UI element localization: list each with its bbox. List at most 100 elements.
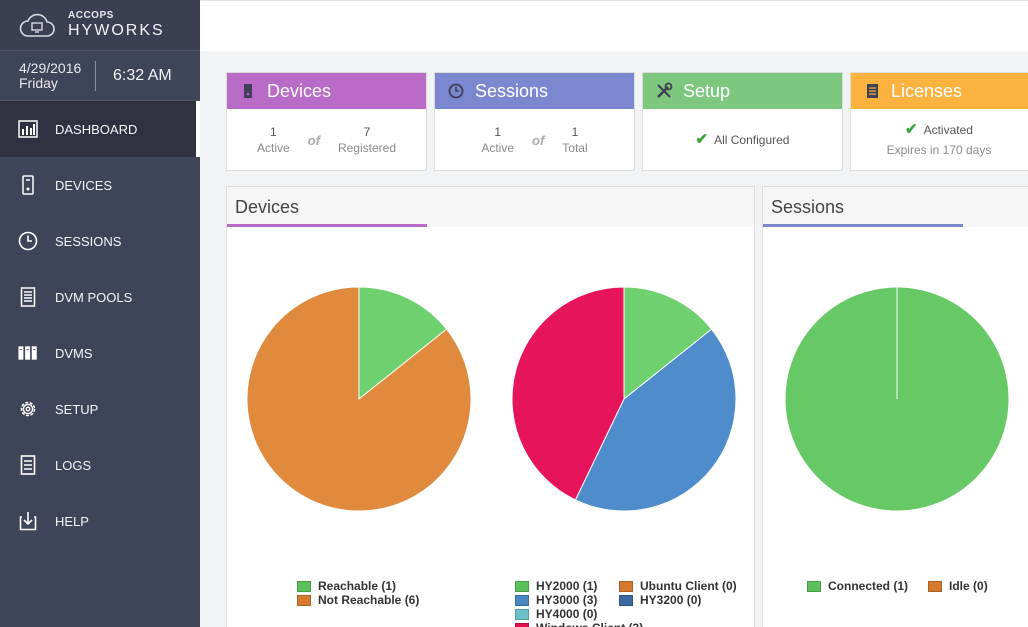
- legend-swatch: [928, 580, 943, 592]
- legend-label: HY3000 (3): [536, 593, 598, 607]
- devices-card-body: 1 Active of 7 Registered: [227, 109, 426, 171]
- sessions-card-title: Sessions: [475, 80, 549, 101]
- nav-label: DEVICES: [55, 177, 113, 193]
- check-icon: ✔: [905, 121, 918, 138]
- sessions-total-count: 1: [571, 125, 579, 139]
- devices-card-header: Devices: [227, 73, 426, 109]
- devices-registered-count: 7: [363, 125, 371, 139]
- setup-card-body: ✔ All Configured: [643, 109, 842, 171]
- check-icon: ✔: [695, 131, 709, 148]
- nav-label: SETUP: [55, 401, 99, 417]
- brand-big: HYWORKS: [68, 22, 165, 39]
- licenses-card-header: Licenses: [851, 73, 1028, 109]
- setup-card-title: Setup: [683, 80, 731, 101]
- devices-panel-underline: [227, 224, 427, 227]
- nav-item-dashboard[interactable]: DASHBOARD: [0, 101, 200, 157]
- legend-label: Reachable (1): [318, 579, 397, 593]
- legend-swatch: [297, 594, 311, 606]
- sessions-active-count: 1: [494, 125, 502, 139]
- clock-time: 6:32 AM: [113, 66, 172, 84]
- sessions-card[interactable]: Sessions 1 Active of 1 Total: [434, 72, 635, 171]
- clock-date: 4/29/2016: [19, 59, 82, 76]
- nav-label: HELP: [55, 513, 89, 529]
- cloud-monitor-icon: [19, 13, 55, 37]
- devices-active-label: Active: [257, 141, 290, 155]
- setup-status: All Configured: [714, 133, 790, 147]
- devices-active-count: 1: [270, 125, 277, 139]
- device-type-pie-chart: [511, 286, 737, 512]
- legend-label: HY2000 (1): [536, 579, 598, 593]
- server-icon: [18, 287, 38, 307]
- devices-panel-header: Devices: [227, 187, 754, 227]
- clock-day: Friday: [19, 74, 58, 91]
- nav-item-sessions[interactable]: SESSIONS: [0, 213, 200, 269]
- clock-icon: [447, 82, 465, 100]
- legend-swatch: [297, 580, 311, 592]
- legend-label: Ubuntu Client (0): [640, 579, 737, 593]
- nav-label: DVM POOLS: [55, 289, 133, 305]
- licenses-card-title: Licenses: [891, 80, 963, 101]
- reachability-pie-chart: [246, 286, 472, 512]
- device-type-legend-right: Ubuntu Client (0) HY3200 (0): [619, 579, 737, 607]
- nav-label: SESSIONS: [55, 233, 122, 249]
- nav-item-setup[interactable]: SETUP: [0, 381, 200, 437]
- legend-swatch: [619, 580, 633, 592]
- legend-swatch: [619, 594, 633, 606]
- top-header: [200, 0, 1028, 51]
- reachability-legend: Reachable (1) Not Reachable (6): [297, 579, 419, 607]
- legend-item[interactable]: Not Reachable (6): [297, 593, 419, 607]
- license-expiry: Expires in 170 days: [886, 143, 992, 157]
- brand-small: ACCOPS: [68, 10, 114, 21]
- license-status: Activated: [923, 123, 973, 137]
- legend-item[interactable]: Idle (0): [928, 579, 988, 593]
- tools-icon: [655, 82, 673, 100]
- device-icon: [18, 175, 38, 195]
- devices-panel: Devices Reachable (1) Not Reachable (6) H…: [226, 186, 755, 627]
- gear-icon: [18, 399, 38, 419]
- licenses-card-body: ✔ Activated Expires in 170 days: [851, 109, 1028, 171]
- sessions-legend: Connected (1) Idle (0): [807, 579, 988, 593]
- legend-swatch: [515, 622, 529, 627]
- sessions-panel: Sessions Connected (1) Idle (0): [762, 186, 1028, 627]
- devices-card[interactable]: Devices 1 Active of 7 Registered: [226, 72, 427, 171]
- sessions-card-body: 1 Active of 1 Total: [435, 109, 634, 171]
- device-icon: [239, 82, 257, 100]
- sessions-of-label: of: [532, 132, 545, 148]
- setup-card-header: Setup: [643, 73, 842, 109]
- setup-card[interactable]: Setup ✔ All Configured: [642, 72, 843, 171]
- legend-label: Windows Client (3): [536, 621, 643, 627]
- legend-item[interactable]: Windows Client (3): [515, 621, 643, 627]
- sessions-total-label: Total: [562, 141, 588, 155]
- legend-label: Idle (0): [949, 579, 988, 593]
- brand-logo: ACCOPS HYWORKS: [0, 0, 200, 51]
- sessions-card-header: Sessions: [435, 73, 634, 109]
- main-nav: DASHBOARD DEVICES SESSIONS DVM POOLS DVM…: [0, 101, 200, 549]
- nav-label: LOGS: [55, 457, 92, 473]
- clock: 4/29/2016 Friday 6:32 AM: [0, 51, 200, 101]
- nav-item-devices[interactable]: DEVICES: [0, 157, 200, 213]
- licenses-card[interactable]: Licenses ✔ Activated Expires in 170 days: [850, 72, 1028, 171]
- legend-item[interactable]: Connected (1): [807, 579, 908, 593]
- legend-label: Not Reachable (6): [318, 593, 420, 607]
- legend-label: Connected (1): [828, 579, 909, 593]
- nav-label: DASHBOARD: [55, 121, 138, 137]
- legend-label: HY3200 (0): [640, 593, 702, 607]
- legend-item[interactable]: Reachable (1): [297, 579, 419, 593]
- legend-swatch: [515, 608, 529, 620]
- legend-item[interactable]: Ubuntu Client (0): [619, 579, 737, 593]
- sessions-panel-header: Sessions: [763, 187, 1028, 227]
- legend-swatch: [515, 594, 529, 606]
- devices-card-title: Devices: [267, 80, 332, 101]
- nav-item-logs[interactable]: LOGS: [0, 437, 200, 493]
- license-document-icon: [863, 82, 881, 100]
- document-icon: [18, 455, 38, 475]
- legend-swatch: [515, 580, 529, 592]
- legend-item[interactable]: HY3200 (0): [619, 593, 737, 607]
- nav-item-dvms[interactable]: DVMS: [0, 325, 200, 381]
- nav-item-help[interactable]: HELP: [0, 493, 200, 549]
- legend-item[interactable]: HY4000 (0): [515, 607, 643, 621]
- sessions-panel-title: Sessions: [771, 196, 845, 217]
- download-icon: [18, 511, 38, 531]
- devices-registered-label: Registered: [337, 141, 396, 155]
- nav-item-dvm-pools[interactable]: DVM POOLS: [0, 269, 200, 325]
